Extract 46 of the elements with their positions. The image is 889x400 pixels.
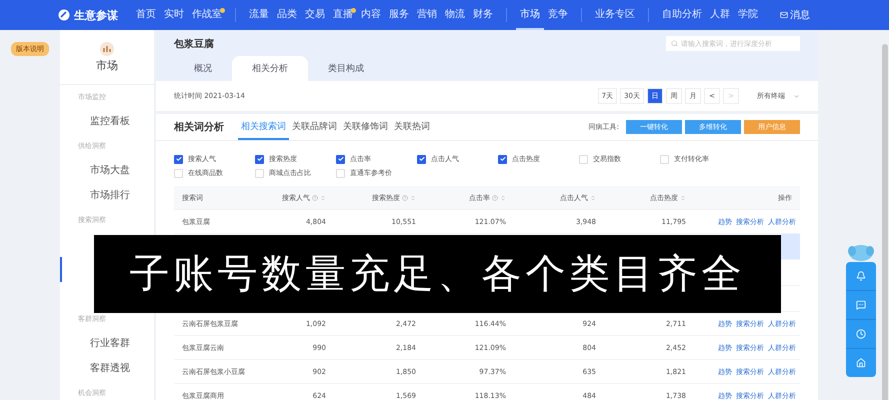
section-title: 相关词分析 [174,120,224,134]
market-icon [100,42,114,56]
brand-name: 生意参谋 [74,8,118,22]
checkbox[interactable] [336,154,345,164]
sidebar-item[interactable]: 市场大盘 [60,158,154,183]
nav-tab[interactable]: 服务 [385,0,413,30]
nav-tab[interactable]: 人群 [706,0,734,30]
mail-icon [780,11,788,19]
checkbox[interactable] [255,154,264,164]
nav-tab[interactable]: 业务专区 [591,0,639,30]
messages-link[interactable]: 消息 [780,8,810,22]
page-title: 包浆豆腐 [174,37,214,50]
logo-icon [58,9,70,21]
nav-tab[interactable]: 营销 [413,0,441,30]
nav-tab[interactable]: 直播 [329,0,357,30]
sidebar-item[interactable]: 行业客群 [60,331,154,356]
keyword-tab[interactable]: 关联热词 [391,114,433,140]
page-tab[interactable]: 相关分析 [232,56,308,81]
nav-tab[interactable]: 物流 [441,0,469,30]
checkbox[interactable] [174,154,183,164]
checkbox[interactable] [417,154,426,164]
chevron-down-icon [793,92,800,100]
nav-tab[interactable]: 学院 [734,0,762,30]
nav-tab[interactable]: 自助分析 [658,0,706,30]
sidebar-title: 市场 [96,58,118,72]
scrollbar[interactable] [882,44,888,400]
keyword-tab[interactable]: 关联修饰词 [340,114,391,140]
sidebar-item[interactable]: 监控看板 [60,109,154,134]
checkbox[interactable] [498,154,507,164]
elephant-mascot-icon[interactable] [848,242,874,262]
nav-tab[interactable]: 首页 [132,0,160,30]
nav-tab[interactable]: 实时 [160,0,188,30]
keyword-tab[interactable]: 相关搜索词 [238,114,289,140]
sidebar-item[interactable]: 市场排行 [60,183,154,208]
search-icon [671,40,678,47]
page-tab[interactable]: 类目构成 [308,56,384,81]
nav-tab[interactable]: 流量 [245,0,273,30]
sidebar-item[interactable]: 客群透视 [60,356,154,381]
promo-banner: 子账号数量充足、各个类目齐全 [94,235,781,313]
nav-tab[interactable]: 竞争 [544,0,572,30]
nav-tab[interactable]: 交易 [301,0,329,30]
nav-tab[interactable]: 品类 [273,0,301,30]
nav-tab[interactable]: 财务 [469,0,497,30]
keyword-tab[interactable]: 关联品牌词 [289,114,340,140]
page-tab[interactable]: 概况 [174,56,232,81]
nav-tab[interactable]: 内容 [357,0,385,30]
